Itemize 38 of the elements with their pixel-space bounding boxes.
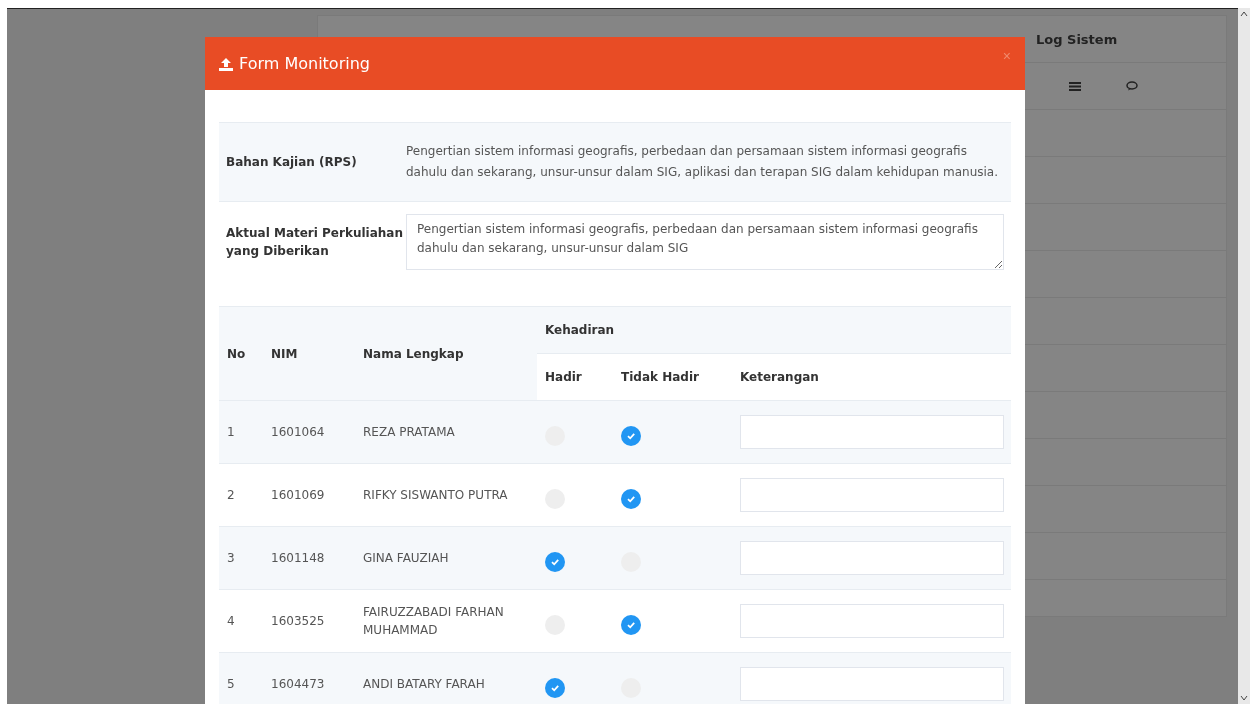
modal-title: Form Monitoring: [239, 54, 371, 73]
table-cell: ANDI BATARY FARAH: [355, 653, 537, 704]
column-header: Kehadiran: [537, 307, 1011, 354]
column-header: No: [219, 307, 263, 401]
column-header: Log Sistem: [1036, 31, 1118, 47]
input-field[interactable]: [740, 541, 1004, 575]
field-value: Pengertian sistem informasi geografis, perbedaan dan persamaan sistem informasi geografis dahulu dan sekarang, unsur-unsur dalam SIG, aplikasi dan terapan SIG dalam kehidupan manusia.: [406, 143, 999, 181]
table-cell: 1604473: [263, 653, 355, 704]
table-cell: 3: [219, 527, 263, 590]
check-icon: [550, 557, 560, 567]
table-cell: 1601148: [263, 527, 355, 590]
radio-button[interactable]: [545, 552, 565, 572]
column-header: Nama Lengkap: [355, 307, 537, 401]
check-icon: [626, 494, 636, 504]
list-icon: [1069, 81, 1081, 91]
table-cell: GINA FAUZIAH: [355, 527, 537, 590]
radio-button[interactable]: [621, 615, 641, 635]
input-field[interactable]: [740, 478, 1004, 512]
input-field[interactable]: [740, 667, 1004, 701]
chat-icon: [1126, 81, 1138, 91]
textarea-field[interactable]: Pengertian sistem informasi geografis, perbedaan dan persamaan sistem informasi geografis dahulu dan sekarang, unsur-unsur dalam SIG: [406, 214, 1004, 270]
table-cell: REZA PRATAMA: [355, 401, 537, 464]
radio-button[interactable]: [545, 678, 565, 698]
upload-icon: [219, 56, 233, 71]
field-label: Bahan Kajian (RPS): [226, 154, 358, 171]
input-field[interactable]: [740, 415, 1004, 449]
check-icon: [626, 620, 636, 630]
radio-button[interactable]: [621, 426, 641, 446]
scrollbar[interactable]: [1238, 8, 1250, 704]
radio-button[interactable]: [621, 489, 641, 509]
table-cell: 1601064: [263, 401, 355, 464]
check-icon: [550, 683, 560, 693]
check-icon: [626, 431, 636, 441]
field-label: Aktual Materi Perkuliahan yang Diberikan: [226, 225, 404, 260]
table-cell: 1: [219, 401, 263, 464]
input-field[interactable]: [740, 604, 1004, 638]
column-header: NIM: [263, 307, 355, 401]
table-cell: 5: [219, 653, 263, 704]
